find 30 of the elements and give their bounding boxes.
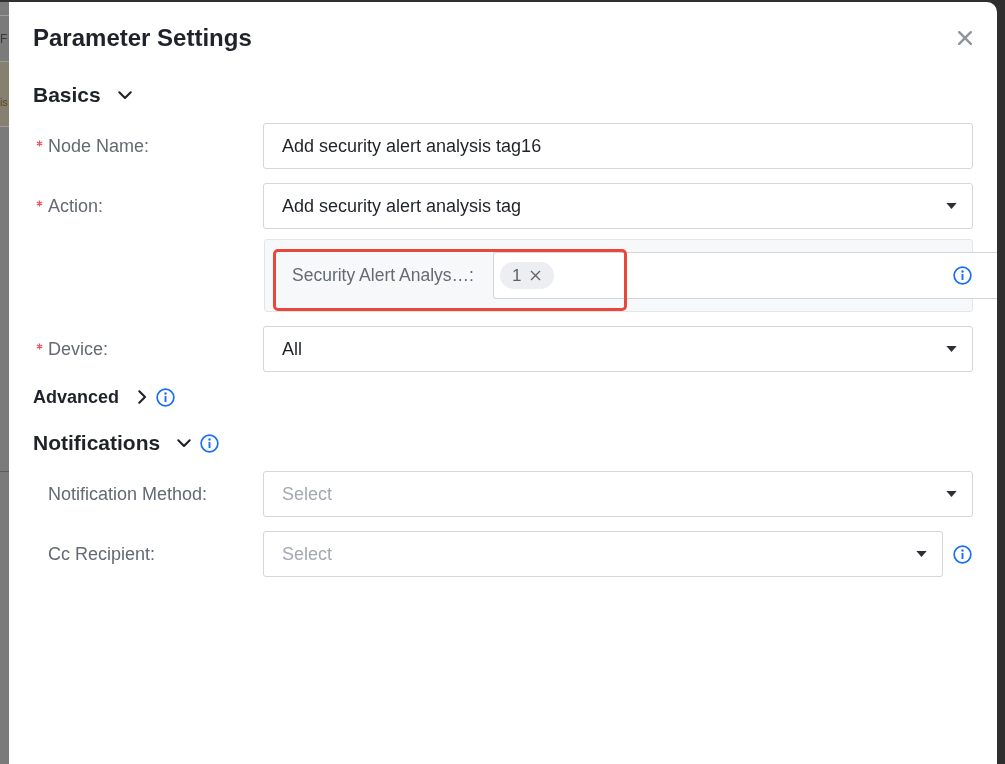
caret-down-icon — [946, 203, 957, 209]
select-field[interactable]: Add security alert analysis tag — [263, 183, 973, 229]
field-label: Node Name: — [48, 135, 150, 157]
close-icon[interactable] — [958, 31, 972, 45]
section-title: Basics — [33, 82, 101, 108]
caret-down-icon — [946, 346, 957, 352]
field-label: Action: — [48, 195, 104, 217]
tag-label: 1 — [512, 266, 522, 285]
field-label: Device: — [48, 338, 109, 360]
backdrop-text: F — [0, 31, 8, 46]
caret-down-icon — [916, 551, 927, 557]
chevron-down-icon[interactable] — [177, 438, 192, 448]
field-label: Cc Recipient: — [48, 543, 156, 565]
section-title: Advanced — [33, 386, 120, 408]
tag-input-field[interactable]: 1 — [493, 252, 997, 299]
chevron-right-icon[interactable] — [138, 390, 148, 404]
dialog-title: Parameter Settings — [33, 24, 252, 52]
info-icon[interactable] — [200, 433, 220, 453]
close-icon[interactable] — [530, 270, 542, 281]
field-label: Notification Method: — [48, 483, 208, 505]
backdrop-text: is — [0, 95, 8, 109]
chevron-down-icon[interactable] — [117, 90, 132, 100]
text-field[interactable]: Add security alert analysis tag16 — [263, 123, 973, 169]
info-icon[interactable] — [156, 387, 176, 407]
section-title: Notifications — [33, 430, 161, 456]
field-label: Security Alert Analys…: — [292, 265, 474, 286]
select-field[interactable]: All — [263, 326, 973, 372]
info-icon[interactable] — [953, 266, 972, 285]
info-icon[interactable] — [953, 544, 972, 564]
caret-down-icon — [946, 491, 957, 497]
